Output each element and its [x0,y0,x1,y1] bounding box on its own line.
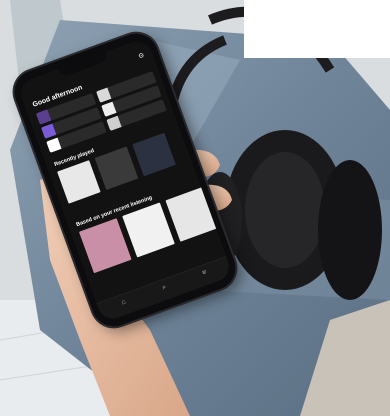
library-icon: ≡ [201,268,208,277]
album-card [57,160,101,204]
search-icon: ⌕ [161,283,168,292]
home-icon: ⌂ [120,298,127,307]
album-card [122,202,175,258]
album-card [165,186,219,242]
white-corner-area [244,0,390,58]
gear-icon: ⚙ [137,52,146,61]
photo-scene: ⚙ Good afternoon Recently played Based o… [0,0,390,416]
album-card [78,218,132,274]
album-card [132,132,176,177]
album-card [94,146,139,191]
